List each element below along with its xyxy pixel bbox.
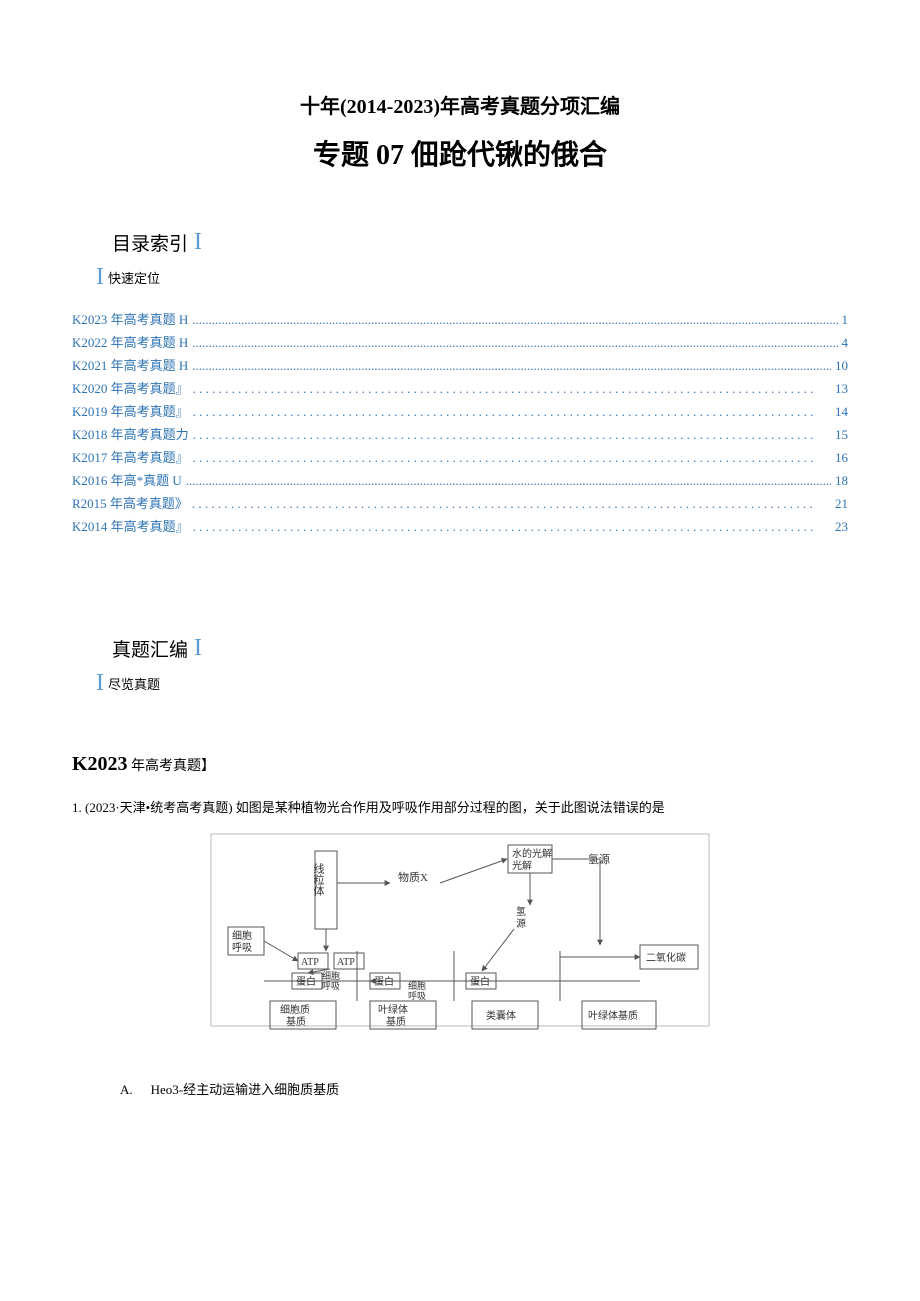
toc-label: R2015 年高考真题》 [72, 493, 188, 512]
question-1-text: 1. (2023·天津•统考高考真题) 如图是某种植物光合作用及呼吸作用部分过程… [72, 798, 848, 819]
toc-label: K2016 年高*真题 U [72, 470, 182, 489]
svg-text:呼吸: 呼吸 [322, 981, 340, 991]
section-index-sub-i: I [96, 264, 104, 291]
toc-page: 23 [835, 519, 848, 535]
title-line2: 专题 07 佃跄代锹的俄合 [72, 133, 848, 173]
svg-text:物质X: 物质X [398, 870, 428, 884]
toc-label: K2019 年高考真题』 [72, 401, 189, 420]
svg-text:基质: 基质 [386, 1015, 406, 1028]
year-heading-prefix: K2023 [72, 753, 128, 775]
toc-page: 15 [835, 427, 848, 443]
toc-dots [192, 335, 837, 351]
option-letter: A. [120, 1082, 133, 1097]
section-compile-row: 真题汇编 I [112, 635, 848, 662]
toc-row[interactable]: R2015 年高考真题》 21 [72, 493, 848, 512]
section-index-i: I [194, 229, 202, 256]
svg-text:细胞: 细胞 [232, 929, 252, 942]
section-compile-sub-i: I [96, 670, 104, 697]
section-compile-sub-label: 尽览真题 [108, 674, 160, 693]
toc: K2023 年高考真题 H 1 K2022 年高考真题 H 4 K2021 年高考真… [72, 309, 848, 535]
toc-dots [193, 519, 831, 535]
toc-label: K2014 年高考真题』 [72, 516, 189, 535]
svg-text:光解: 光解 [512, 859, 532, 872]
toc-page: 1 [842, 312, 849, 328]
toc-page: 13 [835, 381, 848, 397]
toc-row[interactable]: K2019 年高考真题』 14 [72, 401, 848, 420]
svg-text:类囊体: 类囊体 [486, 1009, 516, 1022]
svg-text:基质: 基质 [286, 1015, 306, 1028]
question-1-option-a: A. Heo3-经主动运输进入细胞质基质 [120, 1079, 848, 1098]
toc-label: K2018 年高考真题力 [72, 424, 189, 443]
toc-page: 21 [835, 496, 848, 512]
section-index-row: 目录索引 I [112, 229, 848, 256]
toc-label: K2017 年高考真题』 [72, 447, 189, 466]
svg-text:细胞: 细胞 [408, 980, 426, 991]
question-1-diagram: 线粒体 物质X 水的光解 光解 氢源 氢 源 细胞 呼吸 ATP ATP 蛋白 … [72, 833, 848, 1063]
toc-page: 14 [835, 404, 848, 420]
toc-label: K2021 年高考真题 H [72, 355, 188, 374]
year-heading-suffix: 年高考真题】 [128, 759, 216, 774]
svg-text:线粒体: 线粒体 [312, 861, 325, 895]
toc-page: 18 [835, 473, 848, 489]
toc-dots [193, 427, 831, 443]
toc-dots [192, 358, 831, 374]
svg-text:细胞质: 细胞质 [280, 1003, 310, 1016]
toc-row[interactable]: K2018 年高考真题力 15 [72, 424, 848, 443]
toc-label: K2022 年高考真题 H [72, 332, 188, 351]
section-compile-label: 真题汇编 [112, 635, 188, 662]
svg-text:ATP: ATP [337, 957, 355, 968]
toc-dots [193, 404, 831, 420]
title-line1: 十年(2014-2023)年高考真题分项汇编 [72, 90, 848, 119]
svg-text:呼吸: 呼吸 [232, 942, 252, 954]
section-index-label: 目录索引 [112, 229, 188, 256]
toc-row[interactable]: K2020 年高考真题』 13 [72, 378, 848, 397]
svg-text:呼吸: 呼吸 [408, 991, 426, 1001]
svg-text:蛋白: 蛋白 [374, 975, 394, 988]
toc-row[interactable]: K2014 年高考真题』 23 [72, 516, 848, 535]
toc-dots [193, 450, 831, 466]
toc-dots [186, 473, 831, 489]
toc-dots [192, 312, 837, 328]
toc-label: K2023 年高考真题 H [72, 309, 188, 328]
svg-text:叶绿体: 叶绿体 [378, 1003, 408, 1016]
toc-row[interactable]: K2023 年高考真题 H 1 [72, 309, 848, 328]
toc-page: 10 [835, 358, 848, 374]
section-compile-i: I [194, 635, 202, 662]
toc-page: 4 [842, 335, 849, 351]
svg-text:氢源: 氢源 [588, 852, 610, 866]
toc-row[interactable]: K2016 年高*真题 U 18 [72, 470, 848, 489]
svg-text:ATP: ATP [301, 957, 319, 968]
svg-text:氢: 氢 [516, 905, 526, 918]
svg-text:蛋白: 蛋白 [470, 975, 490, 988]
toc-row[interactable]: K2017 年高考真题』 16 [72, 447, 848, 466]
svg-text:二氧化碳: 二氧化碳 [646, 951, 686, 964]
toc-row[interactable]: K2022 年高考真题 H 4 [72, 332, 848, 351]
svg-text:水的光解: 水的光解 [512, 847, 552, 860]
toc-dots [192, 496, 831, 512]
svg-text:蛋白: 蛋白 [296, 975, 316, 988]
svg-text:源: 源 [516, 917, 526, 930]
option-text: Heo3-经主动运输进入细胞质基质 [151, 1082, 340, 1097]
svg-text:叶绿体基质: 叶绿体基质 [588, 1009, 638, 1022]
section-compile-sub-row: I 尽览真题 [96, 670, 848, 697]
toc-row[interactable]: K2021 年高考真题 H 10 [72, 355, 848, 374]
section-index-sub-label: 快速定位 [108, 268, 160, 287]
toc-dots [193, 381, 831, 397]
year-heading: K2023 年高考真题】 [72, 753, 848, 776]
svg-text:细胞: 细胞 [322, 970, 340, 981]
toc-page: 16 [835, 450, 848, 466]
section-index-sub-row: I 快速定位 [96, 264, 848, 291]
toc-label: K2020 年高考真题』 [72, 378, 189, 397]
